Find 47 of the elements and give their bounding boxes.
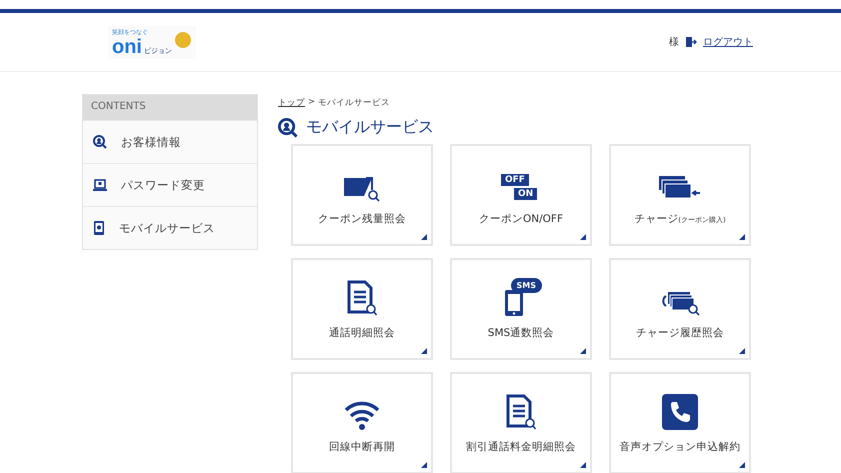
document-search-icon [347, 280, 377, 316]
honorific-text: 様 [669, 36, 679, 49]
tile-label: 割引通話料金明細照会 [466, 440, 576, 454]
corner-mark-icon [580, 348, 586, 354]
user-search-icon [93, 135, 107, 149]
phone-icon [93, 221, 105, 235]
page-title: モバイルサービス [306, 117, 434, 138]
user-search-icon [278, 118, 298, 138]
tile-label: 音声オプション申込解約 [620, 440, 740, 454]
tile-label: クーポンON/OFF [478, 212, 563, 226]
tile-label: チャージ履歴照会 [636, 326, 724, 340]
card-search-icon [344, 176, 380, 202]
tile-label: クーポン残量照会 [318, 212, 406, 226]
service-tile[interactable]: 回線中断再開 [291, 372, 433, 473]
corner-mark-icon [739, 348, 745, 354]
laptop-icon [93, 178, 107, 192]
service-tile[interactable]: 通話明細照会 [291, 258, 433, 360]
document-search-icon [506, 394, 536, 430]
service-tile[interactable]: クーポン残量照会 [291, 144, 433, 246]
sidebar-item[interactable]: モバイルサービス [83, 206, 257, 249]
breadcrumb-current: モバイルサービス [318, 97, 390, 109]
logout-link[interactable]: ログアウト [703, 35, 753, 49]
service-tile[interactable]: チャージ履歴照会 [609, 258, 751, 360]
tile-label: 回線中断再開 [329, 440, 395, 454]
logout-icon [685, 36, 697, 48]
corner-mark-icon [580, 462, 586, 468]
tile-label: 通話明細照会 [329, 326, 395, 340]
breadcrumb-separator: > [308, 97, 316, 109]
corner-mark-icon [739, 234, 745, 240]
service-tile[interactable]: SMS SMS通数照会 [450, 258, 592, 360]
corner-mark-icon [421, 462, 427, 468]
wifi-icon [344, 400, 380, 430]
corner-mark-icon [421, 234, 427, 240]
breadcrumb-link[interactable]: トップ [278, 97, 305, 109]
tile-label: SMS通数照会 [488, 326, 554, 340]
logo-wordmark: oni [112, 36, 142, 56]
service-tile[interactable]: OFF ON クーポンON/OFF [450, 144, 592, 246]
corner-mark-icon [580, 234, 586, 240]
service-tile[interactable]: 割引通話料金明細照会 [450, 372, 592, 473]
sidebar-item[interactable]: パスワード変更 [83, 163, 257, 206]
sidebar-heading: CONTENTS [83, 95, 257, 120]
corner-mark-icon [739, 462, 745, 468]
phone-handset-icon [662, 394, 698, 430]
service-tile[interactable]: 音声オプション申込解約 [609, 372, 751, 473]
sidebar-item[interactable]: お客様情報 [83, 120, 257, 163]
cards-history-icon [660, 290, 700, 316]
corner-mark-icon [421, 348, 427, 354]
